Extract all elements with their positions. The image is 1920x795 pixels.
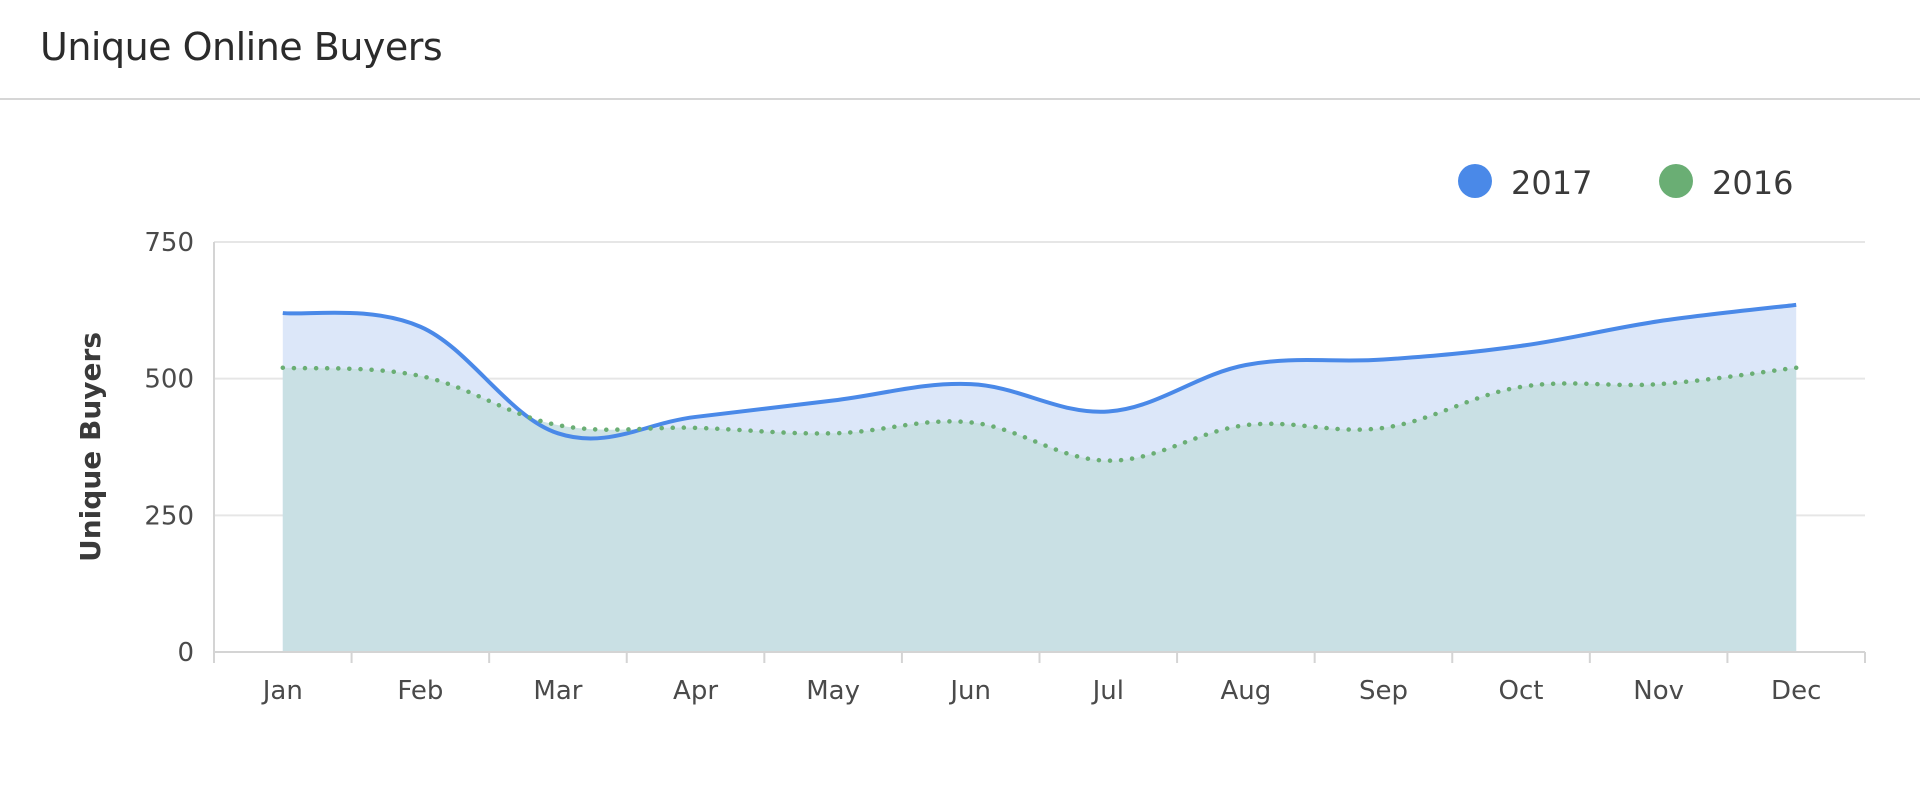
point-2016-Dec[interactable] [1786, 358, 1806, 378]
x-tick-label-Dec: Dec [1771, 676, 1821, 706]
point-2016-Aug[interactable] [1236, 415, 1256, 435]
point-2017-May[interactable] [823, 391, 843, 411]
point-2016-Oct[interactable] [1511, 377, 1531, 397]
y-tick-label: 750 [144, 228, 194, 258]
legend-label-2017: 2017 [1511, 164, 1592, 202]
area-chart: 0 250 500 750 Jan Feb Mar Apr May Jun Jul Aug Sep Oc… [74, 164, 1866, 706]
legend-label-2016: 2016 [1712, 164, 1793, 202]
point-2016-Jul[interactable] [1098, 451, 1118, 471]
x-tick-label-May: May [806, 676, 860, 706]
y-tick-label: 0 [177, 638, 194, 668]
x-tick-label-Aug: Aug [1220, 676, 1271, 706]
point-2016-Sep[interactable] [1373, 418, 1393, 438]
point-2017-Jan[interactable] [273, 303, 293, 323]
x-tick-label-Apr: Apr [673, 676, 718, 706]
point-2016-Feb[interactable] [410, 366, 430, 386]
x-tick-labels: Jan Feb Mar Apr May Jun Jul Aug Sep Oct Nov Dec [261, 676, 1822, 706]
point-2017-Oct[interactable] [1511, 336, 1531, 356]
y-tick-labels: 0 250 500 750 [144, 228, 194, 668]
legend-marker-2016 [1659, 164, 1693, 198]
point-2016-May[interactable] [823, 423, 843, 443]
legend-item-2016[interactable]: 2016 [1659, 164, 1793, 202]
point-2017-Nov[interactable] [1649, 311, 1669, 331]
x-tick-label-Oct: Oct [1499, 676, 1544, 706]
x-tick-label-Mar: Mar [533, 676, 582, 706]
x-tick-label-Jul: Jul [1091, 676, 1124, 706]
point-2016-Jan[interactable] [273, 358, 293, 378]
legend: 2017 2016 [1458, 164, 1793, 202]
point-2017-Aug[interactable] [1236, 355, 1256, 375]
x-tick-label-Jan: Jan [261, 676, 303, 706]
point-2016-Jun[interactable] [961, 412, 981, 432]
point-2016-Nov[interactable] [1649, 374, 1669, 394]
y-tick-label: 250 [144, 501, 194, 531]
legend-marker-2017 [1458, 164, 1492, 198]
x-tick-label-Nov: Nov [1633, 676, 1684, 706]
x-tick-label-Jun: Jun [948, 676, 991, 706]
legend-item-2017[interactable]: 2017 [1458, 164, 1592, 202]
x-tick-label-Feb: Feb [397, 676, 443, 706]
point-2017-Dec[interactable] [1786, 295, 1806, 315]
areas [282, 304, 1797, 652]
point-2016-Mar[interactable] [548, 415, 568, 435]
point-2016-Apr[interactable] [686, 418, 706, 438]
y-tick-label: 500 [144, 365, 194, 395]
point-2017-Sep[interactable] [1373, 350, 1393, 370]
point-2017-Jul[interactable] [1098, 401, 1118, 421]
y-axis-label: Unique Buyers [74, 332, 107, 562]
x-tick-label-Sep: Sep [1359, 676, 1408, 706]
point-2017-Feb[interactable] [410, 317, 430, 337]
point-2017-Jun[interactable] [961, 374, 981, 394]
